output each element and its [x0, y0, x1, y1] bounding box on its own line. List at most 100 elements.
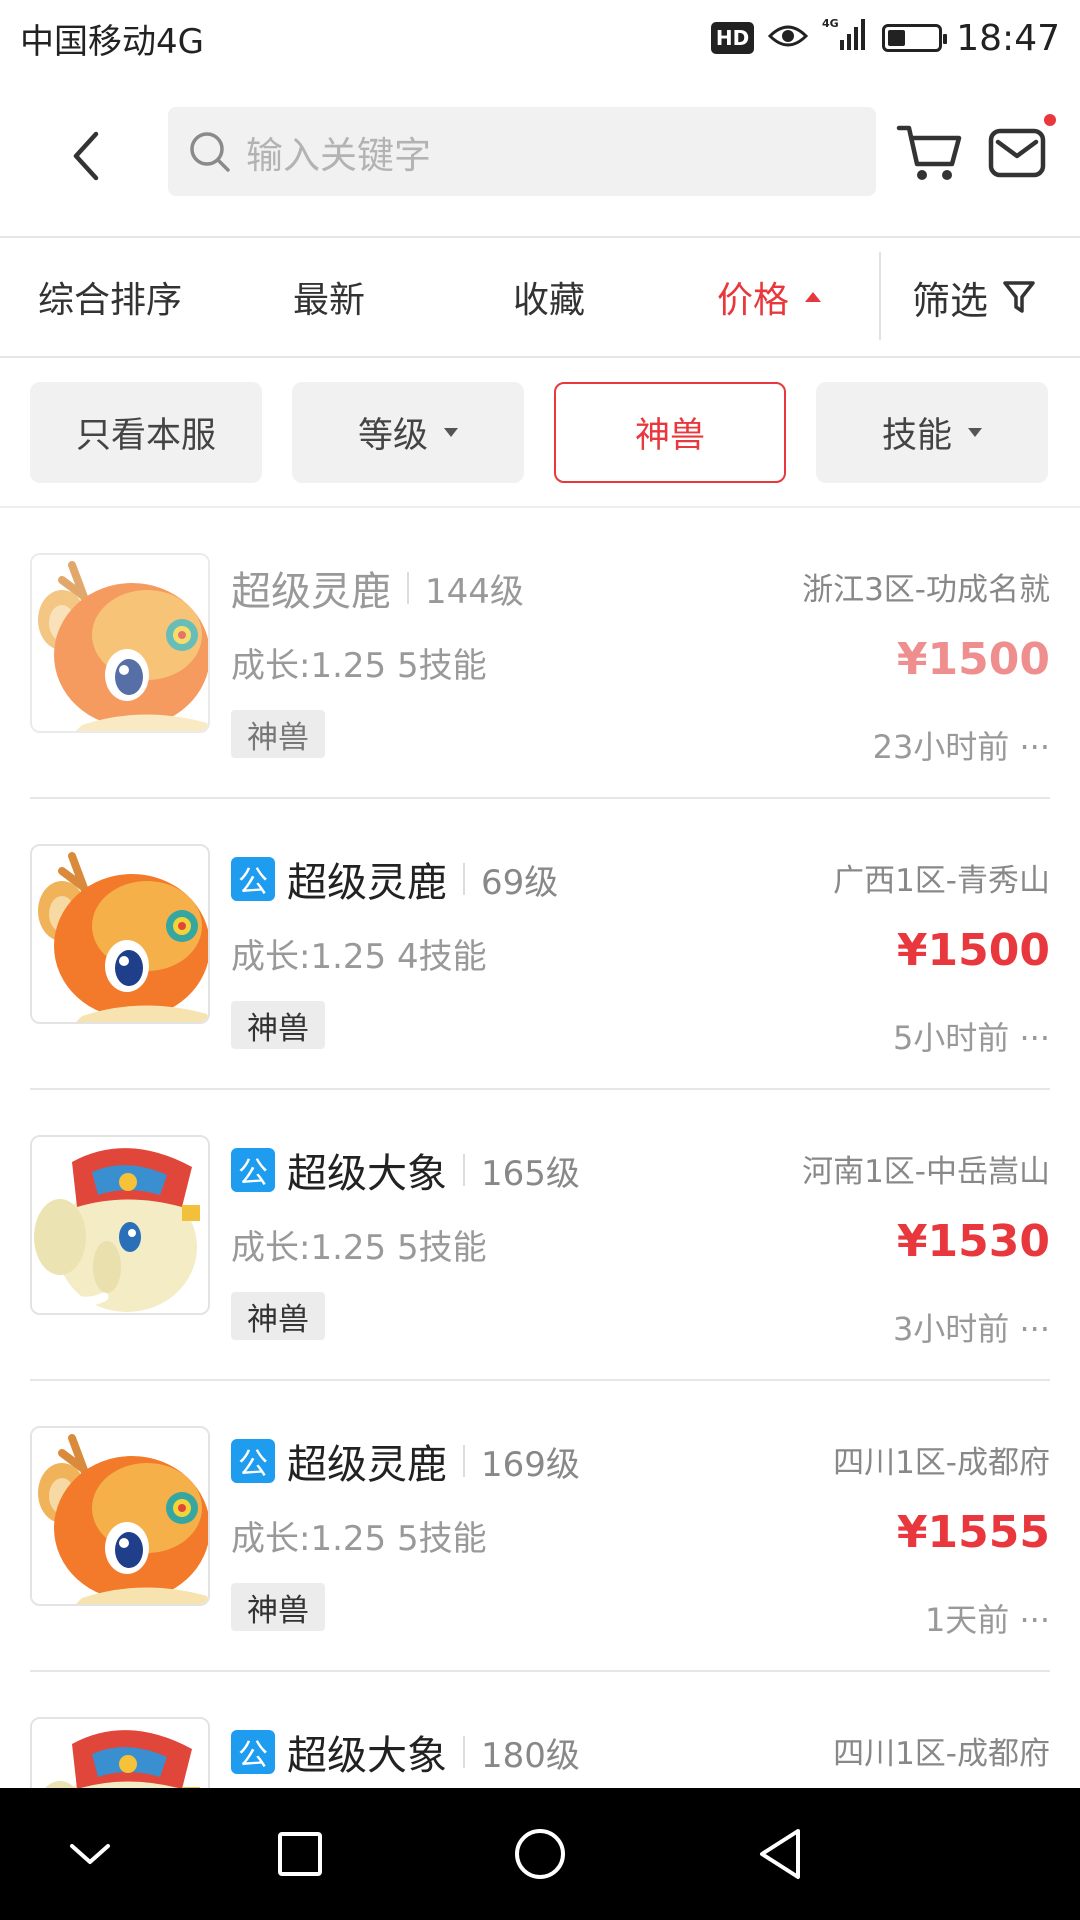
nav-back-button[interactable] — [740, 1818, 820, 1890]
listing-item[interactable]: 公超级大象 180级 四川1区-成都府 — [0, 1672, 1080, 1788]
sort-favorites[interactable]: 收藏 — [513, 238, 585, 356]
listing-time[interactable]: 3小时前 ··· — [893, 1304, 1050, 1350]
official-badge: 公 — [231, 1148, 275, 1192]
price: ¥1500 — [896, 925, 1050, 976]
divider — [879, 252, 881, 340]
divider — [463, 1736, 465, 1768]
chip-label: 技能 — [881, 416, 952, 456]
pet-thumbnail — [30, 1426, 210, 1606]
back-button[interactable] — [50, 121, 120, 191]
filter-funnel-icon — [1003, 281, 1035, 313]
pet-name: 超级灵鹿 — [231, 569, 391, 615]
pet-name: 超级灵鹿 — [287, 860, 447, 906]
system-nav-bar — [0, 1788, 1080, 1920]
category-tag: 神兽 — [231, 1001, 325, 1049]
square-icon — [278, 1832, 322, 1876]
listing-title-row: 公超级大象 180级 — [231, 1722, 580, 1782]
search-icon — [190, 131, 230, 172]
listing-title-row: 公超级灵鹿 69级 — [231, 849, 558, 909]
listing-time[interactable]: 5小时前 ··· — [893, 1013, 1050, 1059]
pet-thumbnail — [30, 1717, 210, 1788]
server-name: 河南1区-中岳嵩山 — [802, 1154, 1050, 1190]
eye-icon — [768, 18, 809, 59]
price: ¥1555 — [896, 1507, 1050, 1558]
category-tag: 神兽 — [231, 1583, 325, 1631]
sort-newest[interactable]: 最新 — [293, 238, 365, 356]
sort-bar: 综合排序 最新 收藏 价格 筛选 — [0, 238, 1080, 356]
sort-comprehensive[interactable]: 综合排序 — [38, 238, 182, 356]
listing-item[interactable]: 公超级灵鹿 169级 四川1区-成都府成长:1.25 5技能 ¥1555 神兽 1天前 ·… — [0, 1381, 1080, 1672]
chip-level[interactable]: 等级 — [292, 382, 524, 483]
pet-name: 超级大象 — [287, 1733, 447, 1779]
clock: 18:47 — [956, 17, 1060, 59]
nav-recents-button[interactable] — [260, 1818, 340, 1890]
growth-info: 成长:1.25 5技能 — [231, 1519, 487, 1559]
listing-time[interactable]: 23小时前 ··· — [873, 722, 1050, 768]
mail-icon — [988, 128, 1046, 178]
pet-level: 180级 — [481, 1735, 580, 1776]
search-placeholder: 输入关键字 — [246, 133, 431, 177]
server-name: 四川1区-成都府 — [833, 1736, 1050, 1772]
chip-label: 神兽 — [634, 416, 705, 456]
sort-price[interactable]: 价格 — [717, 238, 822, 356]
growth-info: 成长:1.25 5技能 — [231, 1228, 487, 1268]
growth-info: 成长:1.25 4技能 — [231, 937, 487, 977]
server-name: 浙江3区-功成名就 — [802, 572, 1050, 608]
growth-info: 成长:1.25 5技能 — [231, 646, 487, 686]
pet-level: 169级 — [481, 1444, 580, 1485]
top-header: 输入关键字 — [0, 76, 1080, 236]
carrier-label: 中国移动4G — [20, 21, 204, 62]
pet-level: 69级 — [481, 862, 559, 903]
listing-title-row: 公超级灵鹿 169级 — [231, 1431, 580, 1491]
chip-skill[interactable]: 技能 — [816, 382, 1048, 483]
chip-same-server[interactable]: 只看本服 — [30, 382, 262, 483]
chevron-left-icon — [73, 131, 99, 181]
listing-item[interactable]: 公超级大象 165级 河南1区-中岳嵩山 成长:1.25 5技能 ¥1530 神兽 3小时前… — [0, 1090, 1080, 1381]
hd-icon: HD — [710, 22, 755, 54]
divider — [463, 1445, 465, 1477]
messages-button[interactable] — [988, 114, 1056, 184]
filter-chips: 只看本服 等级 神兽 技能 — [30, 382, 1050, 483]
status-icons: HD 4G 18:47 — [710, 16, 1060, 61]
pet-thumbnail — [30, 1135, 210, 1315]
pet-name: 超级灵鹿 — [287, 1442, 447, 1488]
listing-item[interactable]: 超级灵鹿 144级 浙江3区-功成名就成长:1.25 5技能 ¥1500 神兽 23小时前… — [0, 508, 1080, 799]
signal-icon: 4G — [822, 16, 868, 61]
sort-label: 最新 — [293, 280, 366, 321]
pet-level: 144级 — [425, 571, 524, 612]
nav-home-button[interactable] — [500, 1818, 580, 1890]
filter-label: 筛选 — [912, 278, 989, 323]
pet-thumbnail — [30, 844, 210, 1024]
pet-level: 165级 — [481, 1153, 580, 1194]
chevron-down-icon — [70, 1844, 110, 1864]
price: ¥1500 — [896, 634, 1050, 685]
sort-asc-icon — [805, 292, 822, 302]
server-name: 四川1区-成都府 — [833, 1445, 1050, 1481]
sort-label: 价格 — [717, 280, 790, 321]
listing-time[interactable]: 1天前 ··· — [925, 1595, 1050, 1641]
chip-label: 只看本服 — [75, 416, 216, 456]
sort-label: 收藏 — [513, 280, 586, 321]
divider — [463, 863, 465, 895]
svg-text:4G: 4G — [822, 17, 839, 30]
chip-divine-beast[interactable]: 神兽 — [554, 382, 786, 483]
status-bar: 中国移动4G HD 4G 18:47 — [0, 0, 1080, 76]
nav-collapse-button[interactable] — [50, 1818, 130, 1890]
dropdown-arrow-icon — [444, 428, 458, 437]
divider — [407, 572, 409, 604]
dropdown-arrow-icon — [968, 428, 982, 437]
cart-button[interactable] — [896, 122, 964, 184]
official-badge: 公 — [231, 1439, 275, 1483]
divider — [463, 1154, 465, 1186]
cart-icon — [896, 125, 962, 180]
category-tag: 神兽 — [231, 710, 325, 758]
triangle-back-icon — [760, 1829, 800, 1879]
circle-icon — [515, 1829, 565, 1879]
search-input[interactable]: 输入关键字 — [168, 107, 876, 196]
category-tag: 神兽 — [231, 1292, 325, 1340]
server-name: 广西1区-青秀山 — [833, 863, 1050, 899]
listing-item[interactable]: 公超级灵鹿 69级 广西1区-青秀山 成长:1.25 4技能 ¥1500 神兽 5小时前 ·… — [0, 799, 1080, 1090]
filter-button[interactable]: 筛选 — [912, 238, 1036, 356]
listing-list: 超级灵鹿 144级 浙江3区-功成名就成长:1.25 5技能 ¥1500 神兽 23小时前… — [0, 508, 1080, 1788]
divider — [0, 356, 1080, 358]
